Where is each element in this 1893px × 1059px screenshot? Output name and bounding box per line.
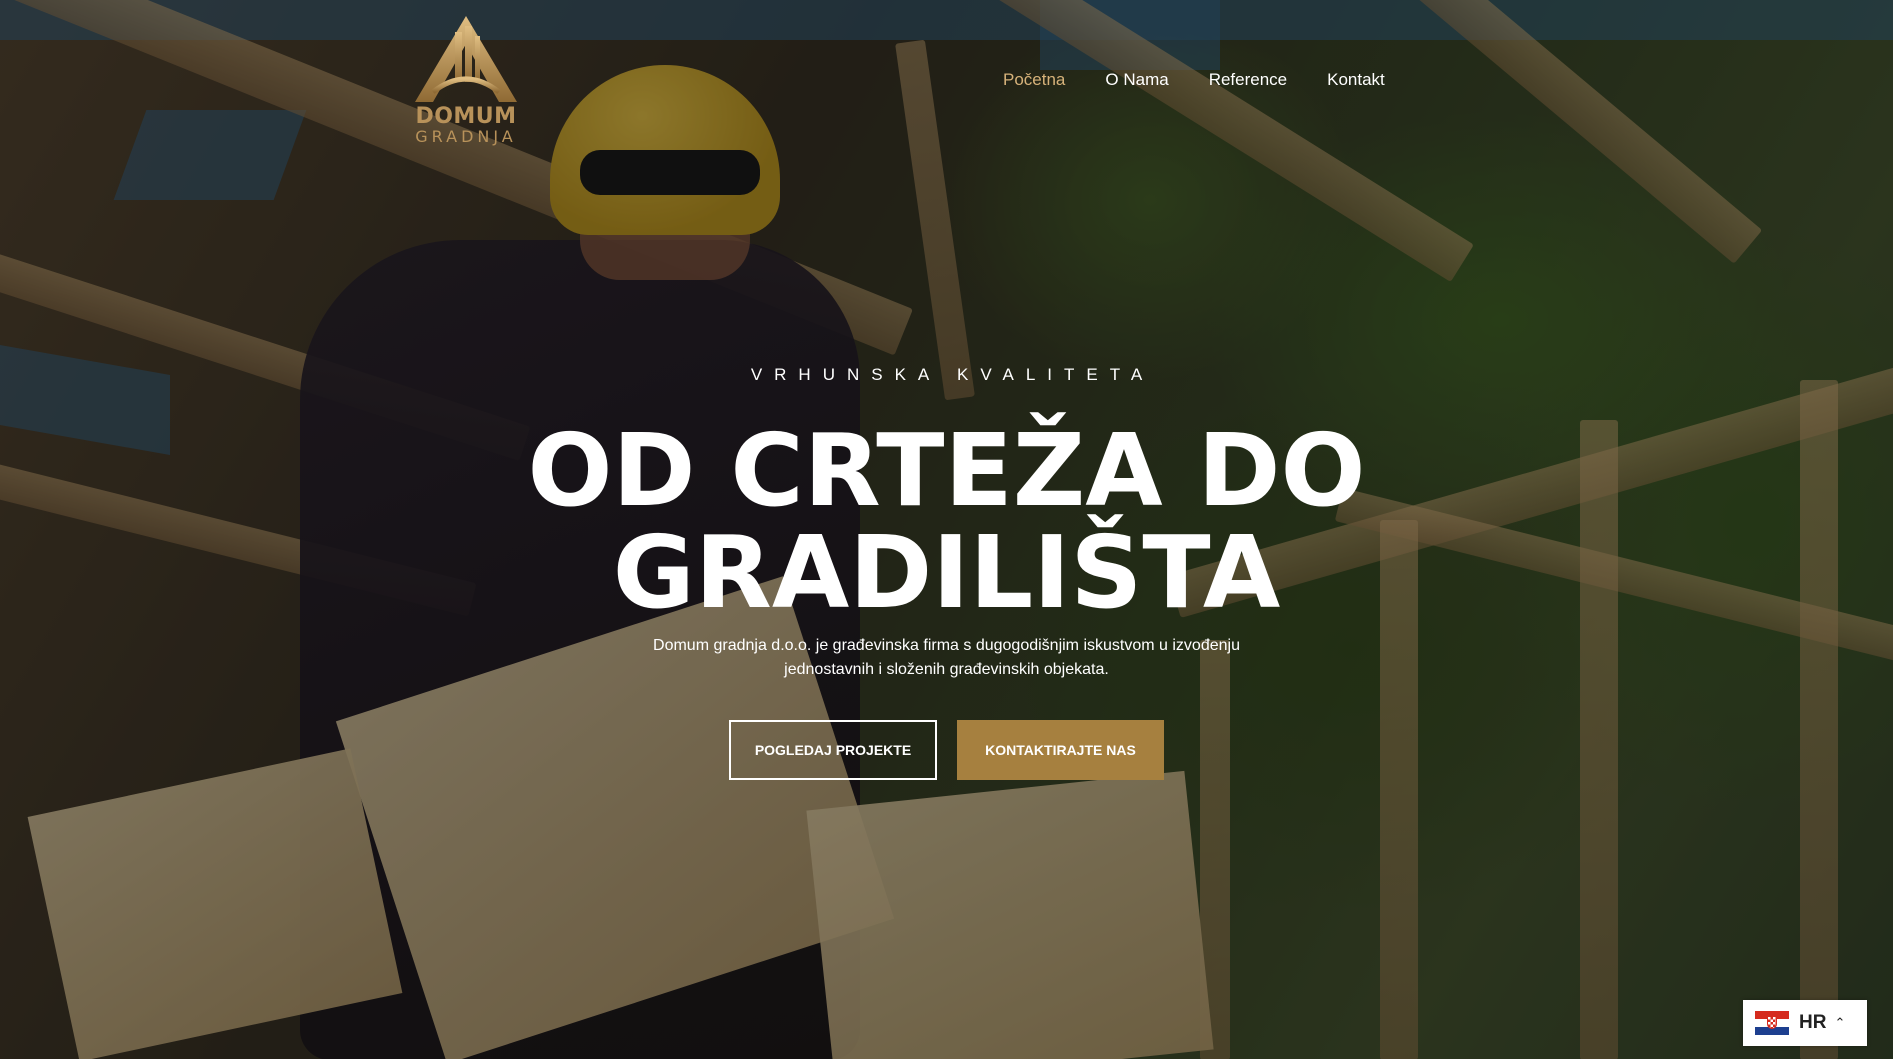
chevron-up-icon: ⌃ <box>1834 1015 1846 1030</box>
hero-headline: OD CRTEŽA DO GRADILIŠTA <box>0 420 1893 624</box>
language-selector[interactable]: HR ⌃ <box>1743 1000 1867 1046</box>
nav-item-kontakt[interactable]: Kontakt <box>1327 70 1385 90</box>
logo-mark-icon <box>415 16 517 102</box>
hero-eyebrow: VRHUNSKA KVALITETA <box>750 365 1155 384</box>
hero-buttons: POGLEDAJ PROJEKTE KONTAKTIRAJTE NAS <box>0 720 1893 780</box>
hero-headline-line2: GRADILIŠTA <box>612 514 1281 631</box>
nav-item-o-nama[interactable]: O Nama <box>1105 70 1168 90</box>
croatia-flag-icon <box>1755 1011 1789 1035</box>
nav-item-reference[interactable]: Reference <box>1209 70 1287 90</box>
logo-text-line1: DOMUM <box>415 104 517 129</box>
view-projects-button[interactable]: POGLEDAJ PROJEKTE <box>729 720 937 780</box>
hero-section: VRHUNSKA KVALITETA OD CRTEŽA DO GRADILIŠ… <box>0 365 1893 780</box>
logo-text-line2: GRADNJA <box>415 127 517 146</box>
contact-us-button[interactable]: KONTAKTIRAJTE NAS <box>957 720 1164 780</box>
language-code: HR <box>1799 1012 1827 1033</box>
hero-subtitle: Domum gradnja d.o.o. je građevinska firm… <box>653 637 1240 678</box>
site-logo[interactable]: DOMUM GRADNJA <box>406 14 526 146</box>
main-nav: Početna O Nama Reference Kontakt <box>1003 70 1385 90</box>
nav-item-pocetna[interactable]: Početna <box>1003 70 1065 90</box>
hero-headline-line1: OD CRTEŽA DO <box>527 412 1366 529</box>
